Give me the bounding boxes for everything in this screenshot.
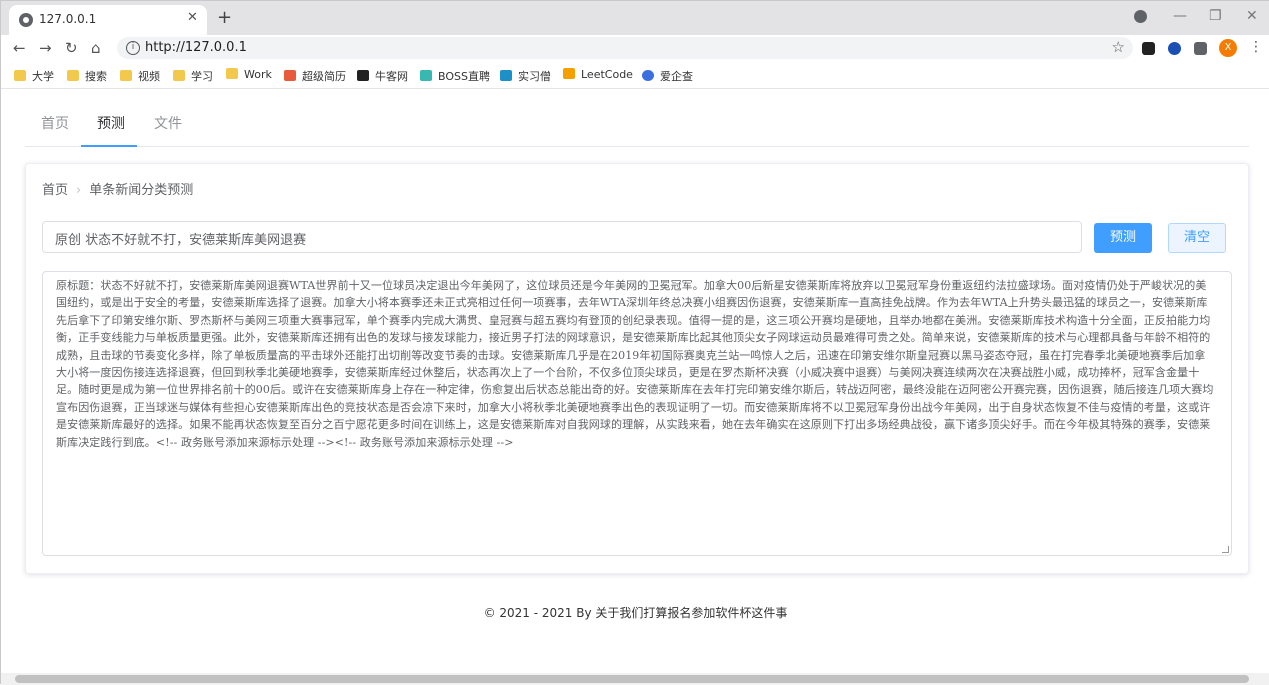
tab-search-icon[interactable] <box>1134 10 1147 23</box>
bookmarks-bar: 大学 搜索 视频 学习 Work 超级简历 牛客网 BOSS直聘 实习僧 Lee… <box>1 61 1269 89</box>
check-extension-icon[interactable] <box>1168 42 1181 55</box>
active-tab-indicator <box>81 145 137 147</box>
browser-tab[interactable]: 127.0.0.1 ✕ <box>9 5 207 35</box>
chevron-right-icon: › <box>76 183 82 198</box>
bookmark-item[interactable]: 搜索 <box>67 68 107 84</box>
folder-icon <box>173 70 185 81</box>
aiqicha-icon <box>642 70 654 81</box>
bookmark-item[interactable]: BOSS直聘 <box>420 68 490 84</box>
boss-icon <box>420 70 432 81</box>
predict-button[interactable]: 预测 <box>1094 223 1152 253</box>
news-title-value: 原创 状态不好就不打，安德莱斯库美网退赛 <box>55 233 307 248</box>
bookmark-item[interactable]: 超级简历 <box>284 68 346 84</box>
extension-icon[interactable] <box>1142 42 1155 55</box>
back-icon[interactable]: ← <box>13 39 26 57</box>
close-window-icon[interactable]: ✕ <box>1246 8 1258 24</box>
home-icon[interactable]: ⌂ <box>91 39 101 57</box>
bookmark-item[interactable]: 视频 <box>120 68 160 84</box>
menu-icon[interactable]: ⋮ <box>1249 39 1263 55</box>
nowcoder-icon <box>357 70 369 81</box>
tab-predict[interactable]: 预测 <box>97 113 125 133</box>
title-bar: 127.0.0.1 ✕ + — ❐ ✕ <box>1 1 1269 35</box>
reload-icon[interactable]: ↻ <box>65 39 78 57</box>
browser-toolbar: ← → ↻ ⌂ i http://127.0.0.1 ☆ X ⋮ <box>1 35 1269 61</box>
leetcode-icon <box>563 68 575 79</box>
tab-file[interactable]: 文件 <box>154 113 182 133</box>
bookmark-item[interactable]: 大学 <box>14 68 54 84</box>
tab-title: 127.0.0.1 <box>39 12 97 26</box>
predict-card: 首页 › 单条新闻分类预测 原创 状态不好就不打，安德莱斯库美网退赛 预测 清空 原… <box>25 163 1249 574</box>
minimize-icon[interactable]: — <box>1173 8 1187 24</box>
bookmark-item[interactable]: LeetCode <box>563 68 633 84</box>
browser-window: 127.0.0.1 ✕ + — ❐ ✕ ← → ↻ ⌂ i http://127… <box>0 0 1269 685</box>
scrollbar-thumb[interactable] <box>15 675 1249 683</box>
new-tab-icon[interactable]: + <box>217 7 232 28</box>
globe-icon <box>19 13 33 27</box>
profile-avatar[interactable]: X <box>1219 39 1237 57</box>
folder-icon <box>14 70 26 81</box>
horizontal-scrollbar[interactable] <box>1 673 1269 685</box>
news-title-input[interactable]: 原创 状态不好就不打，安德莱斯库美网退赛 <box>42 221 1082 253</box>
page-content: 首页 预测 文件 首页 › 单条新闻分类预测 原创 状态不好就不打，安德莱斯库美网退… <box>1 89 1269 685</box>
bookmark-item[interactable]: 爱企查 <box>642 68 693 84</box>
puzzle-icon[interactable] <box>1194 42 1207 55</box>
clear-button[interactable]: 清空 <box>1168 223 1226 253</box>
nav-tabs: 首页 预测 文件 <box>25 101 1249 147</box>
footer-text: © 2021 - 2021 By 关于我们打算报名参加软件杯这件事 <box>483 606 788 620</box>
tab-home[interactable]: 首页 <box>41 113 69 133</box>
bookmark-star-icon[interactable]: ☆ <box>1112 38 1125 56</box>
restore-icon[interactable]: ❐ <box>1209 8 1222 24</box>
folder-icon <box>120 70 132 81</box>
address-bar[interactable]: i http://127.0.0.1 ☆ <box>117 37 1133 59</box>
folder-icon <box>67 70 79 81</box>
forward-icon[interactable]: → <box>39 39 52 57</box>
folder-icon <box>226 68 238 79</box>
shixiseng-icon <box>500 70 512 81</box>
close-tab-icon[interactable]: ✕ <box>187 10 198 25</box>
breadcrumb-current: 单条新闻分类预测 <box>89 183 194 198</box>
bookmark-item[interactable]: Work <box>226 68 272 84</box>
bookmark-item[interactable]: 实习僧 <box>500 68 551 84</box>
info-icon[interactable]: i <box>126 41 140 55</box>
bookmark-item[interactable]: 牛客网 <box>357 68 408 84</box>
bookmark-item[interactable]: 学习 <box>173 68 213 84</box>
resume-site-icon <box>284 70 296 81</box>
breadcrumb: 首页 › 单条新闻分类预测 <box>42 179 193 198</box>
news-content-value: 原标题：状态不好就不打，安德莱斯库美网退赛WTA世界前十又一位球员决定退出今年美… <box>56 279 1214 449</box>
news-content-textarea[interactable]: 原标题：状态不好就不打，安德莱斯库美网退赛WTA世界前十又一位球员决定退出今年美… <box>42 271 1232 556</box>
url-text: http://127.0.0.1 <box>145 40 247 55</box>
breadcrumb-home[interactable]: 首页 <box>42 183 68 198</box>
resize-handle[interactable] <box>1222 546 1229 553</box>
